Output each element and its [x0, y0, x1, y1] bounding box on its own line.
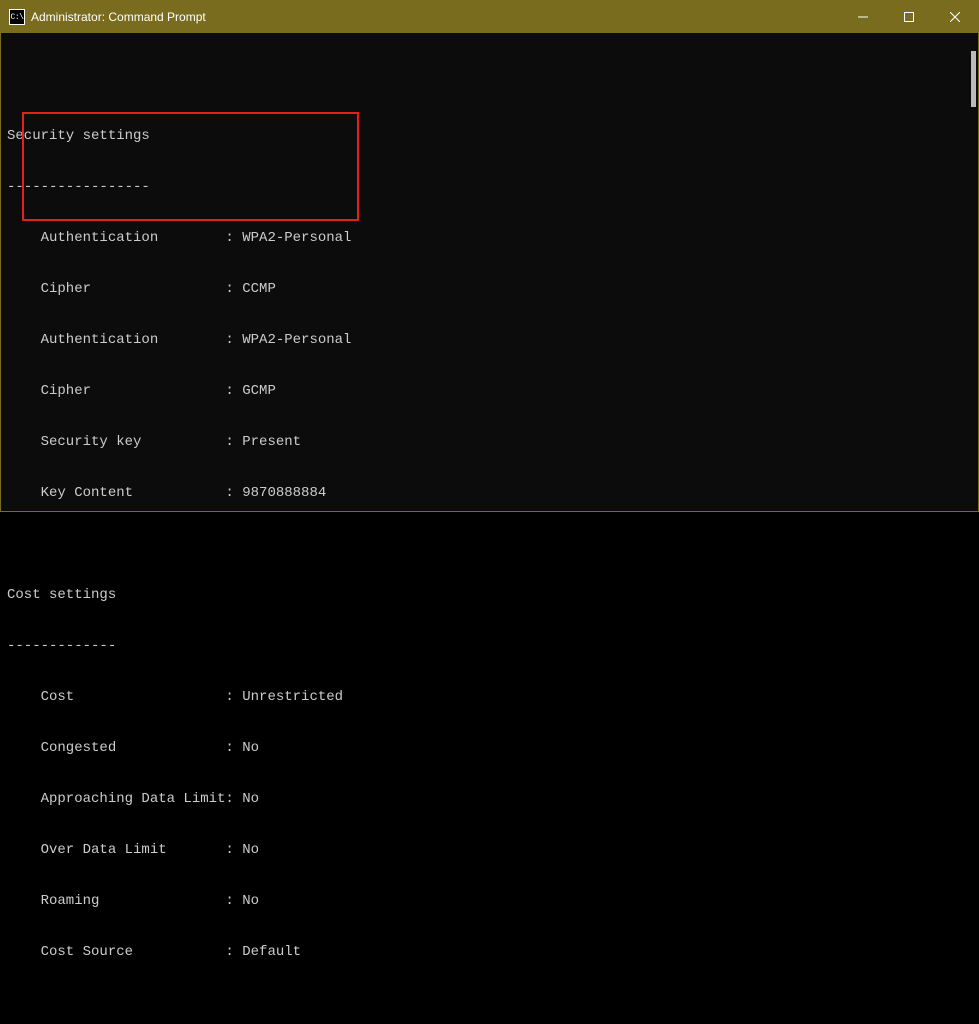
security-row: Cipher : CCMP [7, 281, 978, 298]
titlebar[interactable]: C:\ Administrator: Command Prompt [1, 1, 978, 33]
minimize-button[interactable] [840, 1, 886, 33]
cost-row: Cost : Unrestricted [7, 689, 978, 706]
cost-row: Congested : No [7, 740, 978, 757]
cost-row: Cost Source : Default [7, 944, 978, 961]
cost-row: Roaming : No [7, 893, 978, 910]
security-row: Key Content : 9870888884 [7, 485, 978, 502]
blank-line [7, 536, 978, 553]
security-header: Security settings [7, 128, 978, 145]
cost-row: Over Data Limit : No [7, 842, 978, 859]
maximize-icon [904, 12, 914, 22]
blank-line [7, 995, 978, 1012]
terminal-output[interactable]: Security settings ----------------- Auth… [1, 33, 978, 511]
scrollbar-thumb[interactable] [971, 51, 976, 107]
cmd-icon: C:\ [9, 9, 25, 25]
window-title: Administrator: Command Prompt [31, 10, 206, 24]
security-row: Authentication : WPA2-Personal [7, 332, 978, 349]
security-row: Security key : Present [7, 434, 978, 451]
security-dashes: ----------------- [7, 179, 978, 196]
close-button[interactable] [932, 1, 978, 33]
close-icon [950, 12, 960, 22]
cost-dashes: ------------- [7, 638, 978, 655]
cost-header: Cost settings [7, 587, 978, 604]
cost-row: Approaching Data Limit: No [7, 791, 978, 808]
security-row: Cipher : GCMP [7, 383, 978, 400]
minimize-icon [858, 12, 868, 22]
security-row: Authentication : WPA2-Personal [7, 230, 978, 247]
maximize-button[interactable] [886, 1, 932, 33]
